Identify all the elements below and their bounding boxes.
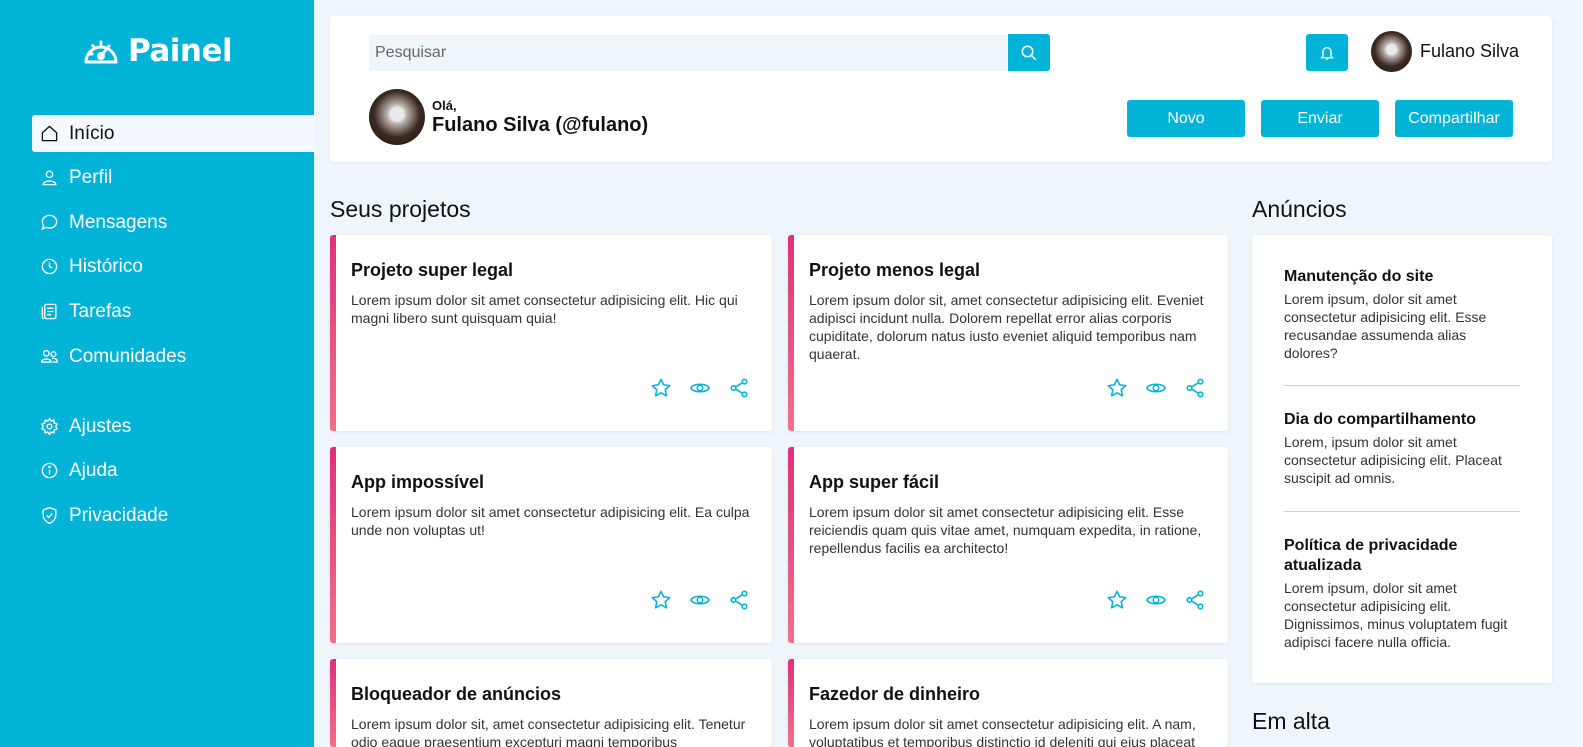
star-icon[interactable] <box>650 377 672 399</box>
tasks-icon <box>41 303 57 320</box>
project-title: Bloqueador de anúncios <box>351 684 562 704</box>
profile-avatar <box>369 89 425 145</box>
star-icon[interactable] <box>1106 589 1128 611</box>
logo[interactable]: Painel <box>82 33 233 69</box>
project-description: Lorem ipsum dolor sit amet consectetur a… <box>351 504 750 538</box>
project-title: App super fácil <box>809 472 940 492</box>
project-title: Fazedor de dinheiro <box>809 684 981 704</box>
search-button[interactable] <box>1008 34 1050 71</box>
projects-title: Seus projetos <box>330 196 471 222</box>
eye-icon[interactable] <box>1145 377 1167 399</box>
user-name: Fulano Silva <box>1420 41 1520 61</box>
greeting-text: Olá, <box>432 97 457 113</box>
project-card[interactable]: Projeto super legal Lorem ipsum dolor si… <box>330 235 772 431</box>
sidebar-item-ajustes[interactable]: Ajustes <box>32 408 314 445</box>
trending-title: Em alta <box>1252 708 1330 734</box>
user-menu[interactable]: Fulano Silva <box>1371 31 1519 72</box>
sidebar-item-label: Perfil <box>69 166 113 188</box>
sidebar: Painel Início Perfil Mensagens Histórico… <box>0 0 314 747</box>
eye-icon[interactable] <box>689 589 711 611</box>
sidebar-item-mensagens[interactable]: Mensagens <box>32 204 314 241</box>
search-input[interactable] <box>369 35 1009 71</box>
avatar <box>1371 31 1412 72</box>
send-button[interactable]: Enviar <box>1261 100 1379 137</box>
project-card[interactable]: App impossível Lorem ipsum dolor sit ame… <box>330 447 772 643</box>
sidebar-item-label: Ajuda <box>69 459 118 481</box>
ad-item[interactable]: Dia do compartilhamento Lorem, ipsum dol… <box>1284 410 1520 487</box>
project-description: Lorem ipsum dolor sit, amet consectetur … <box>351 716 746 747</box>
ad-text: Lorem, ipsum dolor sit amet consectetur … <box>1284 434 1502 486</box>
share-icon[interactable] <box>728 377 750 399</box>
greeting: Olá, Fulano Silva (@fulano) <box>369 89 648 145</box>
header: Fulano Silva Olá, Fulano Silva (@fulano)… <box>330 16 1552 162</box>
sidebar-item-label: Privacidade <box>69 504 169 526</box>
notifications-button[interactable] <box>1306 34 1348 71</box>
share-icon[interactable] <box>1184 377 1206 399</box>
ad-item[interactable]: Política de privacidade atualizada Lorem… <box>1284 536 1520 651</box>
sidebar-item-inicio[interactable]: Início <box>32 115 314 152</box>
info-icon <box>41 462 58 479</box>
sidebar-item-perfil[interactable]: Perfil <box>32 159 314 196</box>
ad-text: Lorem ipsum, dolor sit amet consectetur … <box>1284 291 1487 361</box>
project-title: App impossível <box>351 472 485 492</box>
chat-icon <box>41 214 58 230</box>
share-icon[interactable] <box>1184 589 1206 611</box>
share-button[interactable]: Compartilhar <box>1395 100 1513 137</box>
new-button[interactable]: Novo <box>1127 100 1245 137</box>
ad-title: Dia do compartilhamento <box>1284 411 1477 428</box>
bell-icon <box>1320 46 1334 60</box>
divider <box>1284 511 1520 512</box>
project-description: Lorem ipsum dolor sit amet consectetur a… <box>809 504 1202 556</box>
ads-card: Manutenção do site Lorem ipsum, dolor si… <box>1252 235 1552 683</box>
eye-icon[interactable] <box>689 377 711 399</box>
project-card[interactable]: Fazedor de dinheiro Lorem ipsum dolor si… <box>788 659 1228 747</box>
dashboard-icon <box>84 40 118 64</box>
ad-title: Política de privacidade atualizada <box>1284 537 1458 574</box>
search-icon <box>1021 45 1037 60</box>
profile-name: Fulano Silva (@fulano) <box>432 113 649 136</box>
sidebar-item-label: Tarefas <box>69 300 132 322</box>
eye-icon[interactable] <box>1145 589 1167 611</box>
project-card[interactable]: Projeto menos legal Lorem ipsum dolor si… <box>788 235 1228 431</box>
home-icon <box>41 125 58 142</box>
project-description: Lorem ipsum dolor sit amet consectetur a… <box>351 292 738 326</box>
ads-title: Anúncios <box>1252 196 1347 222</box>
logo-text: Painel <box>128 33 233 69</box>
sidebar-item-label: Ajustes <box>69 415 132 437</box>
sidebar-item-historico[interactable]: Histórico <box>32 248 314 285</box>
star-icon[interactable] <box>650 589 672 611</box>
divider <box>1284 385 1520 386</box>
users-icon <box>40 349 59 363</box>
shield-icon <box>42 506 57 525</box>
ad-item[interactable]: Manutenção do site Lorem ipsum, dolor si… <box>1284 267 1520 362</box>
sidebar-item-label: Início <box>69 122 115 144</box>
share-icon[interactable] <box>728 589 750 611</box>
ad-text: Lorem ipsum, dolor sit amet consectetur … <box>1284 580 1508 650</box>
project-title: Projeto super legal <box>351 260 514 280</box>
sidebar-item-tarefas[interactable]: Tarefas <box>32 293 314 330</box>
project-title: Projeto menos legal <box>809 260 981 280</box>
sidebar-item-comunidades[interactable]: Comunidades <box>32 338 314 375</box>
sidebar-item-privacidade[interactable]: Privacidade <box>32 497 314 534</box>
sidebar-item-label: Mensagens <box>69 211 168 233</box>
project-description: Lorem ipsum dolor sit amet consectetur a… <box>809 716 1196 747</box>
user-icon <box>42 170 57 186</box>
gear-icon <box>41 417 58 436</box>
star-icon[interactable] <box>1106 377 1128 399</box>
project-card[interactable]: Bloqueador de anúncios Lorem ipsum dolor… <box>330 659 772 747</box>
sidebar-item-label: Histórico <box>69 255 143 277</box>
sidebar-item-ajuda[interactable]: Ajuda <box>32 452 314 489</box>
ad-title: Manutenção do site <box>1284 268 1434 285</box>
sidebar-item-label: Comunidades <box>69 345 187 367</box>
project-card[interactable]: App super fácil Lorem ipsum dolor sit am… <box>788 447 1228 643</box>
clock-icon <box>41 258 58 275</box>
project-description: Lorem ipsum dolor sit, amet consectetur … <box>809 292 1204 362</box>
